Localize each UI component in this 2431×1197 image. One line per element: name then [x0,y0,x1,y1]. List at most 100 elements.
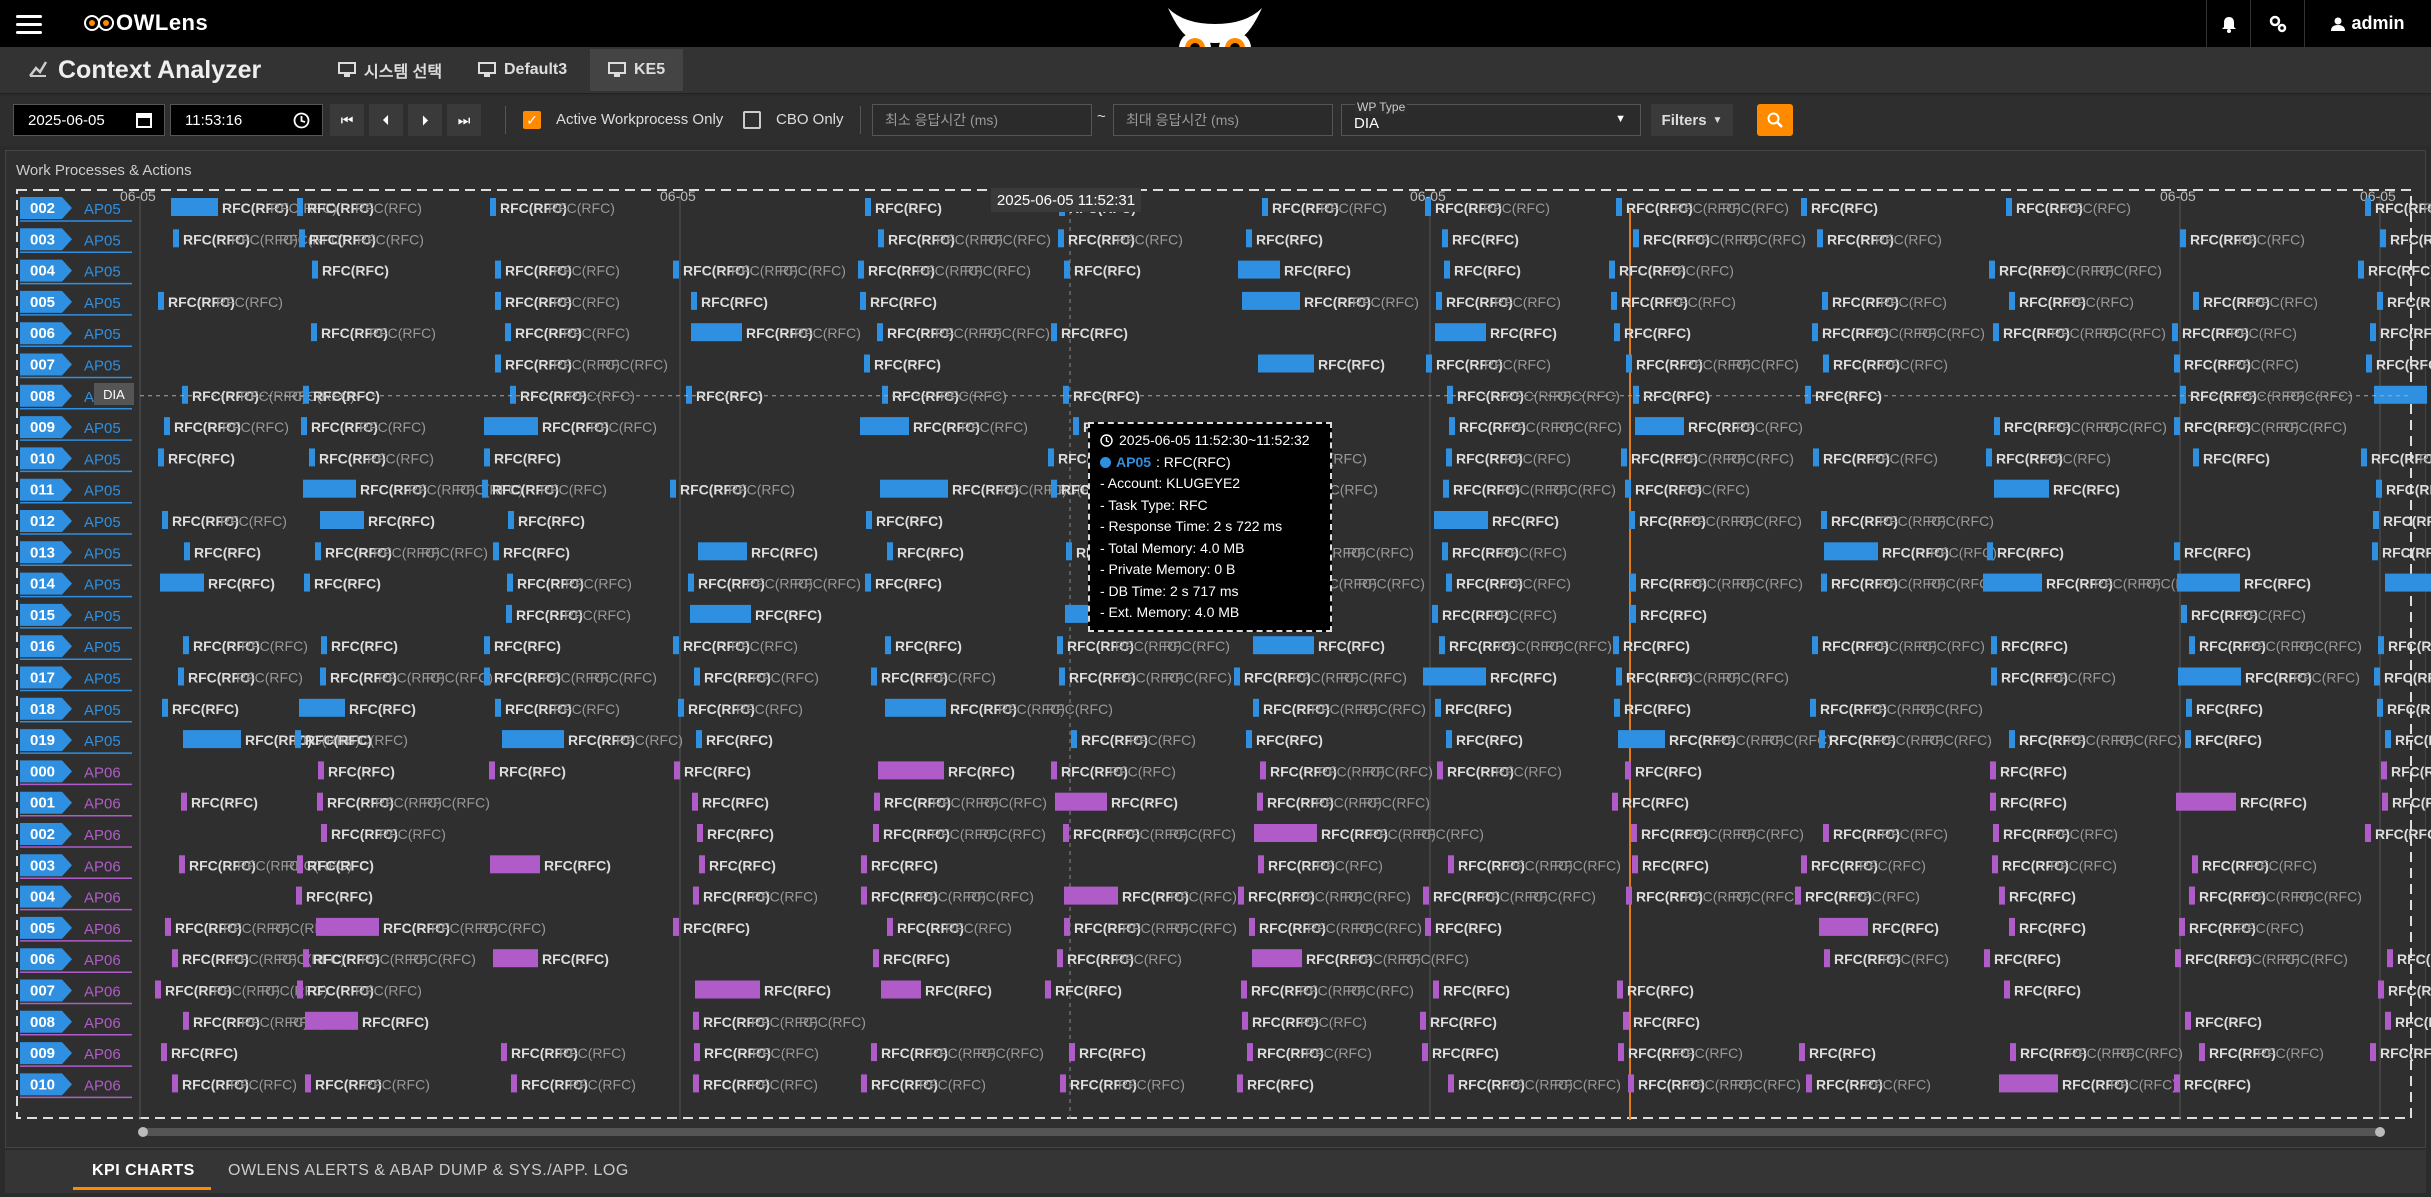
action-bar-label: RFC(RFC) [2184,544,2251,560]
action-bar-label: RFC(RFC) [1554,857,1621,873]
active-tab-indicator [73,1187,211,1190]
action-bar [484,636,490,655]
action-bar [183,1011,189,1030]
action-bar [2189,636,2195,655]
server-name: AP06 [84,796,121,813]
action-bar [1824,949,1830,968]
action-bar-label: RFC(RFC) [1875,231,1942,247]
action-bar-label: RFC(RFC) [1256,231,1323,247]
action-bar-label: RFC(RFC) [421,544,488,560]
action-bar-label: RFC(RFC) [1667,263,1734,279]
wp-number: 007 [30,983,55,1000]
wp-number: 007 [30,357,55,374]
action-bar-label: RFC(RFC) [764,983,831,999]
action-bar-label: RFC(RFC) [208,576,275,592]
action-bar [1260,761,1266,780]
action-bar-label: RFC(RFC) [1115,951,1182,967]
action-bar [1795,886,1801,905]
action-bar-label: RFC(RFC) [357,231,424,247]
server-name: AP05 [84,264,121,281]
action-bar [1611,291,1617,310]
server-name: AP05 [84,702,121,719]
action-bar [693,1011,699,1030]
action-bar [693,886,699,905]
action-bar-label: RFC(RFC) [2196,701,2263,717]
action-bar [2370,1043,2376,1062]
action-bar-label: RFC(RFC) [2387,294,2431,310]
action-bar-label: RFC(RFC) [1624,701,1691,717]
action-bar-label: RFC(RFC) [1635,763,1702,779]
action-bar [495,698,501,717]
action-bar-label: RFC(RFC) [1916,701,1983,717]
wp-number: 006 [30,325,55,342]
action-bar [320,511,364,529]
action-bar-label: RFC(RFC) [1129,732,1196,748]
action-bar [881,980,921,999]
action-bar [1246,229,1252,248]
action-bar-label: RFC(RFC) [1669,294,1736,310]
action-bar [673,636,679,655]
action-bar [303,385,309,404]
action-bar-label: RFC(RFC) [2280,419,2347,435]
action-bar [1618,1043,1624,1062]
action-bar [878,229,884,248]
action-bar-label: RFC(RFC) [499,763,566,779]
action-bar-label: RFC(RFC) [752,670,819,686]
action-bar-label: RFC(RFC) [426,670,493,686]
action-bar-label: RFC(RFC) [1305,1045,1372,1061]
action-bar-label: RFC(RFC) [307,857,374,873]
tab-alerts-logs[interactable]: OWLENS ALERTS & ABAP DUMP & SYS./APP. LO… [228,1162,629,1180]
action-bar-label: RFC(RFC) [1736,576,1803,592]
action-bar [1623,1011,1629,1030]
action-bar-label: RFC(RFC) [2376,357,2431,373]
action-bar [696,730,702,749]
action-bar [1801,198,1807,216]
action-bar [158,448,164,467]
action-bar-label: RFC(RFC) [2392,795,2431,811]
action-bar-label: RFC(RFC) [368,513,435,529]
tab-kpi-charts[interactable]: KPI CHARTS [92,1162,195,1180]
action-bar [312,260,318,279]
action-bar-label: RFC(RFC) [1871,450,1938,466]
action-bar [1824,542,1878,561]
action-bar-label: RFC(RFC) [1683,482,1750,498]
tooltip-header: 2025-06-05 11:52:30~11:52:32 [1100,430,1320,452]
action-bar-label: RFC(RFC) [1452,231,1519,247]
action-bar [1066,542,1072,561]
action-bar-label: RFC(RFC) [230,1076,297,1092]
wp-number: 000 [30,763,55,780]
action-bar [1617,980,1623,999]
action-bar-label: RFC(RFC) [1352,294,1419,310]
action-bar-label: RFC(RFC) [1633,1014,1700,1030]
action-bar [1817,229,1823,248]
action-bar-label: RFC(RFC) [1073,388,1140,404]
action-bar-label: RFC(RFC) [1722,670,1789,686]
action-bar [1810,698,1816,717]
action-bar-label: RFC(RFC) [1256,732,1323,748]
action-bar-label: RFC(RFC) [1284,263,1351,279]
action-bar-label: RFC(RFC) [1881,357,1948,373]
action-bar-label: RFC(RFC) [1622,795,1689,811]
action-bar [2381,761,2387,780]
action-bar [1616,198,1622,216]
action-bar [2179,917,2185,936]
action-bar-label: RFC(RFC) [977,1045,1044,1061]
action-bar-label: RFC(RFC) [948,763,1015,779]
action-bar-label: RFC(RFC) [540,482,607,498]
action-bar-label: RFC(RFC) [1318,638,1385,654]
action-bar [1633,229,1639,248]
action-bar-label: RFC(RFC) [359,419,426,435]
action-bar [882,385,888,404]
action-bar [299,698,345,717]
action-bar [1448,855,1454,874]
server-name: AP05 [84,295,121,312]
wp-number: 013 [30,544,55,561]
action-bar-label: RFC(RFC) [2281,951,2348,967]
action-bar-label: RFC(RFC) [883,951,950,967]
action-bar [299,229,305,248]
action-bar-label: RFC(RFC) [794,576,861,592]
action-bar [162,698,168,717]
wp-number: 019 [30,732,55,749]
action-bar [1812,636,1818,655]
action-bar [184,542,190,561]
